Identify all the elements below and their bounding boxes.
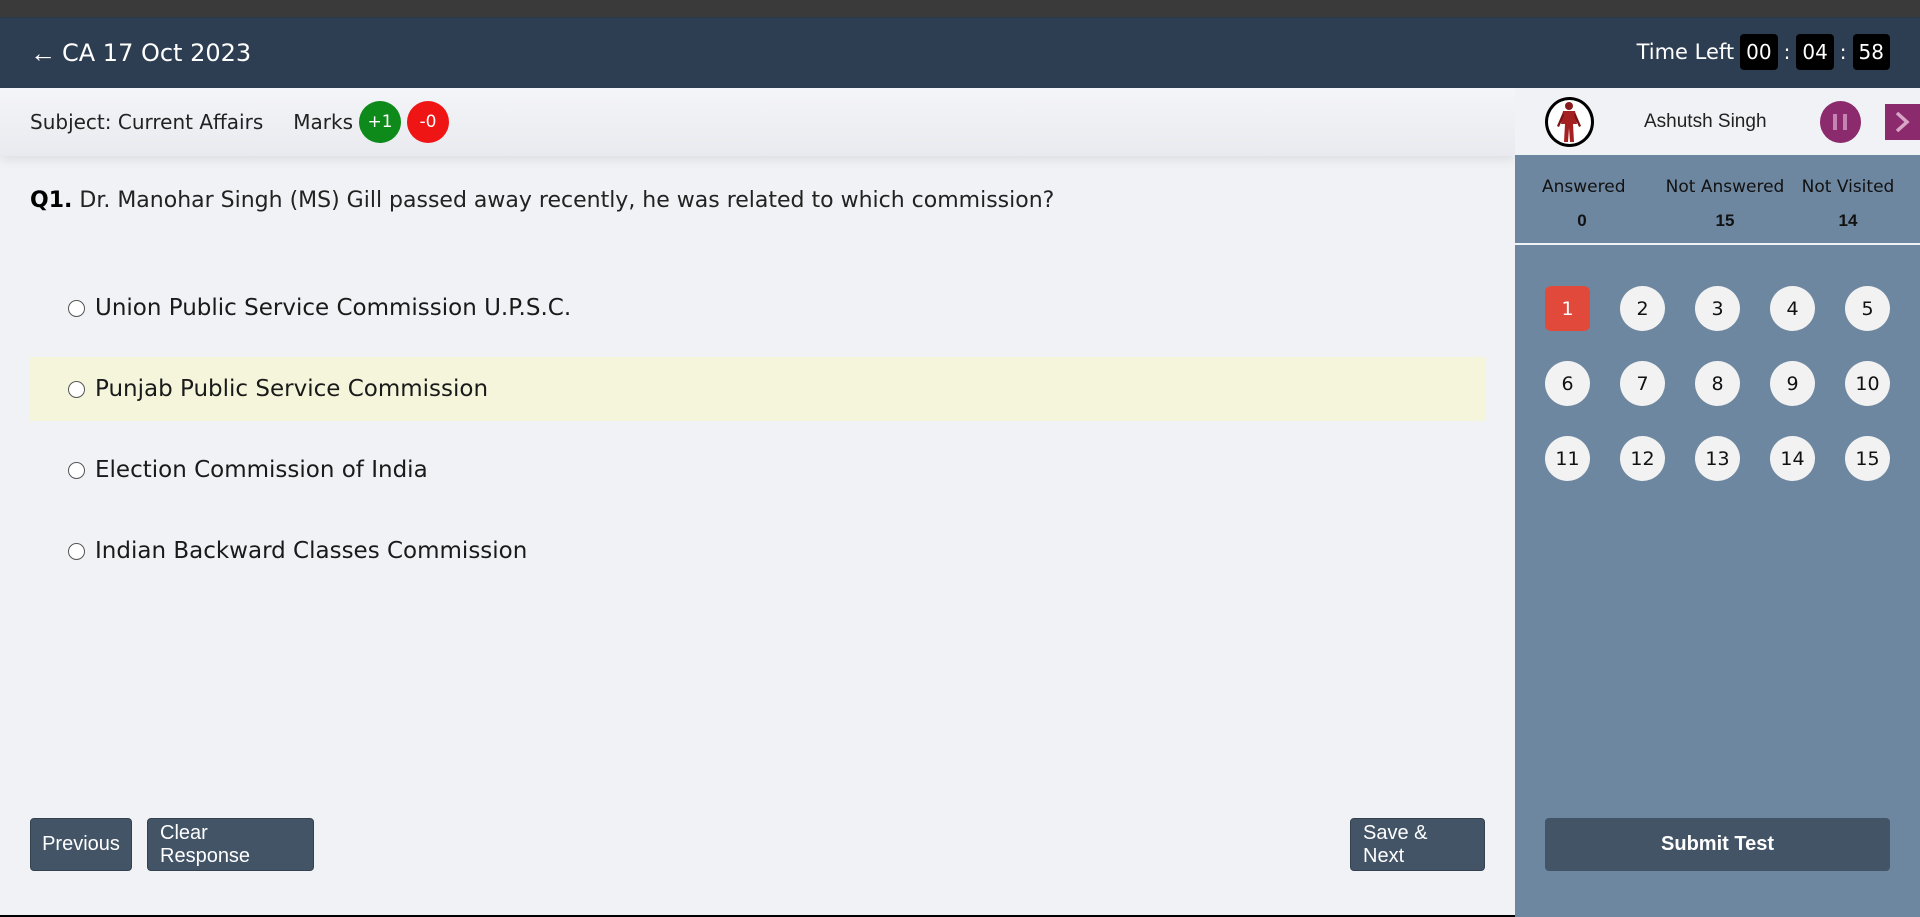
not-visited-stat: Not Visited 14	[1793, 177, 1903, 231]
radio-button[interactable]	[68, 461, 85, 479]
question-number: Q1.	[30, 188, 73, 213]
time-left-label: Time Left	[1636, 40, 1735, 64]
not-answered-stat: Not Answered 15	[1650, 177, 1800, 231]
app-header: ← CA 17 Oct 2023 Time Left 00 : 04 : 58	[0, 18, 1920, 88]
timer-hours: 00	[1740, 34, 1778, 70]
question-palette-item[interactable]: 7	[1620, 361, 1665, 406]
page-title: CA 17 Oct 2023	[62, 39, 252, 67]
question-palette-item[interactable]: 1	[1545, 286, 1590, 331]
answer-option-label: Election Commission of India	[95, 457, 428, 483]
answer-option-label: Union Public Service Commission U.P.S.C.	[95, 295, 572, 321]
user-name: Ashutsh Singh	[1643, 110, 1767, 132]
question-palette-item[interactable]: 9	[1770, 361, 1815, 406]
answer-option[interactable]: Union Public Service Commission U.P.S.C.	[30, 276, 1485, 340]
positive-marks-badge: +1	[359, 101, 402, 143]
submit-test-button[interactable]: Submit Test	[1545, 818, 1890, 871]
marks-group: Marks +1 -0	[293, 101, 450, 143]
answered-label: Answered	[1542, 177, 1626, 197]
timer-separator: :	[1839, 40, 1847, 64]
question-palette-item[interactable]: 5	[1845, 286, 1890, 331]
browser-top-strip	[0, 0, 1920, 18]
timer-separator: :	[1783, 40, 1791, 64]
chevron-right-icon[interactable]	[1884, 103, 1920, 140]
radio-button[interactable]	[68, 542, 85, 560]
not-visited-count: 14	[1838, 211, 1858, 230]
question-text: Q1. Dr. Manohar Singh (MS) Gill passed a…	[30, 188, 1054, 213]
answered-stat: Answered 0	[1542, 177, 1626, 231]
previous-button[interactable]: Previous	[30, 818, 132, 871]
pause-icon[interactable]	[1819, 100, 1861, 143]
not-answered-count: 15	[1715, 211, 1735, 230]
question-palette-item[interactable]: 15	[1845, 436, 1890, 481]
answer-option[interactable]: Indian Backward Classes Commission	[30, 519, 1485, 583]
question-palette-item[interactable]: 11	[1545, 436, 1590, 481]
radio-button[interactable]	[68, 380, 85, 398]
subject-bar: Subject: Current Affairs Marks +1 -0	[0, 88, 1515, 156]
user-profile: Ashutsh Singh	[1515, 88, 1920, 155]
save-next-button[interactable]: Save & Next	[1350, 818, 1485, 871]
not-visited-label: Not Visited	[1801, 177, 1895, 197]
timer-minutes: 04	[1796, 34, 1834, 70]
answered-count: 0	[1577, 211, 1587, 230]
marks-label: Marks	[293, 110, 354, 134]
timer-seconds: 58	[1852, 34, 1890, 70]
avatar-icon	[1545, 96, 1594, 147]
timer: Time Left 00 : 04 : 58	[1637, 34, 1890, 70]
question-palette-item[interactable]: 10	[1845, 361, 1890, 406]
status-summary: Answered 0 Not Answered 15 Not Visited 1…	[1515, 155, 1920, 245]
radio-button[interactable]	[68, 299, 85, 317]
question-palette-item[interactable]: 4	[1770, 286, 1815, 331]
answer-option[interactable]: Punjab Public Service Commission	[30, 357, 1485, 421]
answer-option-label: Indian Backward Classes Commission	[95, 538, 528, 564]
question-palette-item[interactable]: 8	[1695, 361, 1740, 406]
subject-label: Subject: Current Affairs	[30, 110, 264, 134]
question-palette-item[interactable]: 6	[1545, 361, 1590, 406]
sidebar: Ashutsh Singh Answered 0 Not Answered 15…	[1515, 88, 1920, 917]
not-answered-label: Not Answered	[1665, 177, 1785, 197]
question-body: Dr. Manohar Singh (MS) Gill passed away …	[79, 188, 1055, 213]
question-palette-item[interactable]: 2	[1620, 286, 1665, 331]
back-arrow-icon[interactable]: ←	[30, 40, 56, 66]
question-palette-item[interactable]: 3	[1695, 286, 1740, 331]
question-palette-item[interactable]: 14	[1770, 436, 1815, 481]
question-palette-item[interactable]: 12	[1620, 436, 1665, 481]
answer-option[interactable]: Election Commission of India	[30, 438, 1485, 502]
answer-option-label: Punjab Public Service Commission	[95, 376, 489, 402]
clear-response-button[interactable]: Clear Response	[147, 818, 314, 871]
question-palette-item[interactable]: 13	[1695, 436, 1740, 481]
negative-marks-badge: -0	[407, 101, 450, 143]
